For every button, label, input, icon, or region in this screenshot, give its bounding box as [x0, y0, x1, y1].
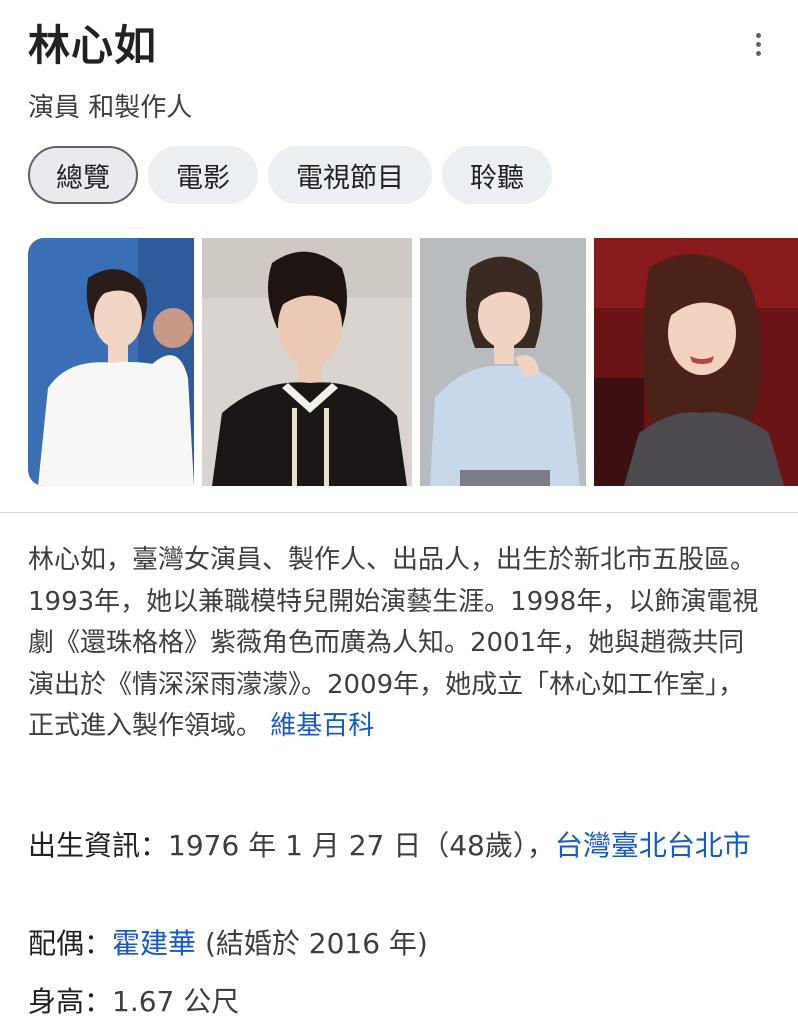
- photo-4-image: [594, 238, 798, 486]
- tab-bar: 總覽 電影 電視節目 聆聽: [28, 146, 552, 204]
- description-text: 林心如，臺灣女演員、製作人、出品人，出生於新北市五股區。 1993年，她以兼職模…: [28, 540, 770, 748]
- fact-height-label: 身高：: [28, 985, 113, 1018]
- fact-height-value: 1.67 公尺: [112, 985, 240, 1018]
- fact-height: 身高：1.67 公尺: [28, 982, 770, 1022]
- fact-spouse: 配偶：霍建華 (結婚於 2016 年): [28, 924, 770, 964]
- page-subtitle: 演員 和製作人: [28, 93, 193, 123]
- photo-4[interactable]: [594, 238, 798, 486]
- more-options-button[interactable]: [740, 26, 776, 62]
- tab-tv-shows[interactable]: 電視節目: [268, 146, 432, 204]
- photo-1[interactable]: [28, 238, 194, 486]
- wikipedia-link[interactable]: 維基百科: [270, 711, 374, 741]
- photo-1-image: [28, 238, 194, 486]
- image-carousel: [28, 238, 798, 486]
- tab-movies[interactable]: 電影: [148, 146, 258, 204]
- photo-2[interactable]: [202, 238, 412, 486]
- tab-listen[interactable]: 聆聽: [442, 146, 552, 204]
- birthplace-link[interactable]: 台灣臺北台北市: [555, 829, 751, 862]
- fact-spouse-value: (結婚於 2016 年): [204, 927, 428, 960]
- fact-birth-value: 1976 年 1 月 27 日（48歲），: [168, 829, 555, 862]
- fact-birth: 出生資訊：1976 年 1 月 27 日（48歲），台灣臺北台北市: [28, 826, 770, 866]
- page-title: 林心如: [28, 21, 158, 70]
- more-vert-icon-dot: [755, 41, 761, 47]
- section-divider: [0, 512, 798, 513]
- photo-3-image: [420, 238, 586, 486]
- more-vert-icon: [755, 32, 761, 38]
- photo-3[interactable]: [420, 238, 586, 486]
- spouse-link[interactable]: 霍建華: [112, 927, 196, 960]
- tab-overview[interactable]: 總覽: [28, 146, 138, 204]
- description-body: 林心如，臺灣女演員、製作人、出品人，出生於新北市五股區。 1993年，她以兼職模…: [28, 545, 759, 741]
- fact-spouse-label: 配偶：: [28, 927, 113, 960]
- more-vert-icon-dot: [755, 50, 761, 56]
- photo-2-image: [202, 238, 412, 486]
- fact-birth-label: 出生資訊：: [28, 829, 169, 862]
